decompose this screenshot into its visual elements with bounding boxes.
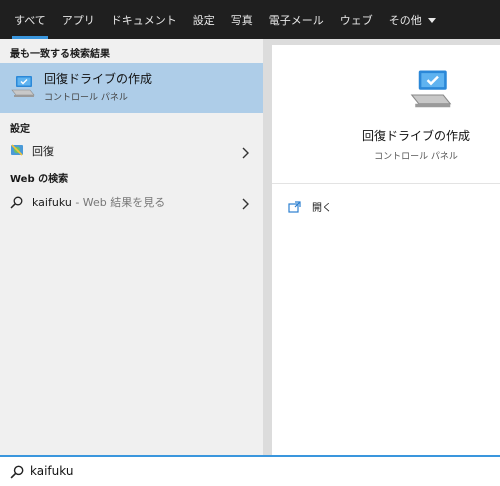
tab-label: 写真 [230, 13, 253, 27]
tab-web[interactable]: ウェブ [332, 0, 381, 39]
detail-title: 回復ドライブの作成 [361, 129, 470, 143]
tab-photos[interactable]: 写真 [223, 0, 261, 39]
tab-label: その他 [388, 13, 422, 27]
tab-label: 電子メール [268, 13, 324, 27]
detail-panel: 回復ドライブの作成 コントロール パネル 開く [272, 45, 500, 455]
search-icon [10, 194, 23, 213]
open-label: 開く [312, 203, 332, 214]
tab-email[interactable]: 電子メール [261, 0, 332, 39]
detail-subtitle: コントロール パネル [374, 152, 458, 162]
monitor-check-icon [408, 67, 454, 113]
recovery-shield-icon [10, 142, 24, 161]
tab-documents[interactable]: ドキュメント [103, 0, 185, 39]
filter-tab-bar: すべて アプリ ドキュメント 設定 写真 電子メール ウェブ その他 [0, 0, 500, 39]
divider [272, 183, 500, 184]
tab-apps[interactable]: アプリ [54, 0, 103, 39]
chevron-down-icon [427, 18, 436, 23]
search-icon [10, 464, 24, 483]
chevron-right-icon[interactable] [241, 195, 249, 214]
settings-header: 設定 [10, 124, 30, 135]
search-bar [0, 455, 500, 486]
tab-more[interactable]: その他 [381, 0, 444, 39]
settings-item-recovery[interactable]: 回復 [0, 138, 263, 162]
tab-label: 設定 [192, 13, 215, 27]
best-match-item[interactable]: 回復ドライブの作成 コントロール パネル [0, 63, 263, 113]
best-match-header: 最も一致する検索結果 [10, 49, 110, 60]
tab-label: ドキュメント [110, 13, 177, 27]
monitor-check-icon [10, 74, 36, 102]
start-search-window: すべて アプリ ドキュメント 設定 写真 電子メール ウェブ その他 最も一致す… [0, 0, 500, 486]
web-query: kaifuku [32, 196, 72, 209]
web-search-text: kaifuku - Web 結果を見る [32, 194, 165, 210]
tab-label: アプリ [61, 13, 95, 27]
chevron-right-icon[interactable] [241, 144, 249, 163]
web-search-item[interactable]: kaifuku - Web 結果を見る [0, 189, 263, 213]
best-match-subtitle: コントロール パネル [44, 93, 128, 103]
best-match-title: 回復ドライブの作成 [44, 72, 153, 86]
tab-all[interactable]: すべて [6, 0, 54, 39]
web-search-header: Web の検索 [10, 174, 69, 185]
open-icon [288, 198, 302, 217]
settings-item-label: 回復 [32, 145, 54, 158]
web-suffix: - Web 結果を見る [71, 196, 166, 209]
tab-label: ウェブ [339, 13, 373, 27]
tab-label: すべて [14, 13, 46, 27]
results-panel: 最も一致する検索結果 回復ドライブの作成 コントロール パネル 設定 回復 We… [0, 39, 263, 455]
tab-settings[interactable]: 設定 [185, 0, 223, 39]
search-input[interactable] [30, 460, 470, 482]
